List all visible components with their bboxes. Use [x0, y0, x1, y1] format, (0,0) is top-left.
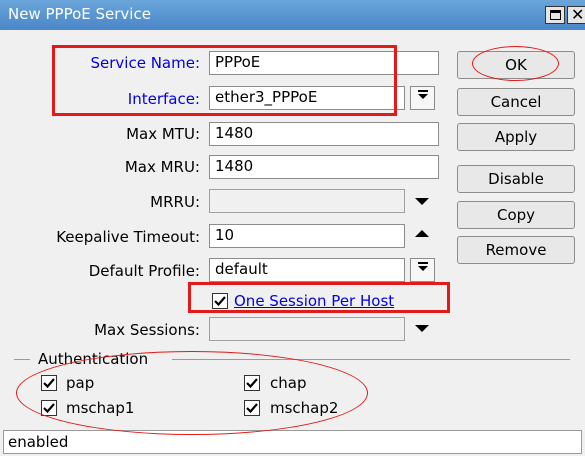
mrru-label: MRRU: — [150, 193, 200, 211]
status-bar: enabled — [3, 430, 582, 454]
dropdown-icon — [417, 262, 428, 271]
authentication-group-line-right — [172, 359, 570, 360]
checkmark-icon — [214, 296, 226, 307]
mrru-input[interactable] — [209, 189, 405, 213]
interface-select[interactable]: ether3_PPPoE — [209, 86, 405, 110]
max-mru-label: Max MRU: — [124, 158, 200, 176]
mschap1-checkbox[interactable] — [41, 400, 57, 416]
close-icon: ✕ — [571, 5, 585, 24]
keepalive-collapse-icon[interactable] — [415, 230, 429, 237]
checkmark-icon — [43, 403, 55, 414]
pap-checkbox[interactable] — [41, 375, 57, 391]
chap-label: chap — [270, 374, 307, 392]
interface-dropdown-button[interactable] — [410, 86, 435, 110]
checkmark-icon — [43, 378, 55, 389]
max-mtu-label: Max MTU: — [126, 125, 200, 143]
default-profile-label: Default Profile: — [88, 262, 200, 280]
close-button[interactable]: ✕ — [567, 5, 585, 24]
cancel-button[interactable]: Cancel — [457, 88, 575, 116]
checkmark-icon — [246, 403, 258, 414]
maximize-button[interactable] — [545, 6, 565, 24]
mschap1-label: mschap1 — [66, 399, 135, 417]
authentication-group-line-left — [14, 359, 30, 360]
mrru-expand-icon[interactable] — [415, 198, 429, 205]
title-bar[interactable]: New PPPoE Service ✕ — [0, 0, 585, 30]
new-pppoe-service-window: New PPPoE Service ✕ Service Name: PPPoE … — [0, 0, 585, 456]
ok-button[interactable]: OK — [457, 51, 575, 79]
one-session-per-host-label[interactable]: One Session Per Host — [234, 292, 394, 310]
max-sessions-expand-icon[interactable] — [415, 325, 429, 332]
one-session-per-host-checkbox[interactable] — [212, 293, 228, 309]
remove-button[interactable]: Remove — [457, 236, 575, 264]
mschap2-checkbox[interactable] — [244, 400, 260, 416]
service-name-input[interactable]: PPPoE — [209, 51, 439, 75]
default-profile-dropdown-button[interactable] — [410, 258, 435, 282]
checkmark-icon — [246, 378, 258, 389]
authentication-group-title: Authentication — [38, 350, 149, 368]
maximize-icon — [550, 10, 561, 20]
disable-button[interactable]: Disable — [457, 165, 575, 193]
pap-label: pap — [66, 374, 95, 392]
window-title: New PPPoE Service — [8, 5, 151, 23]
keepalive-timeout-input[interactable]: 10 — [209, 224, 405, 248]
apply-button[interactable]: Apply — [457, 123, 575, 151]
service-name-label: Service Name: — [90, 54, 200, 72]
mschap2-label: mschap2 — [270, 399, 339, 417]
max-mru-input[interactable]: 1480 — [209, 155, 439, 179]
dropdown-icon — [417, 90, 428, 99]
default-profile-select[interactable]: default — [209, 258, 405, 282]
chap-checkbox[interactable] — [244, 375, 260, 391]
max-sessions-label: Max Sessions: — [94, 321, 200, 339]
max-sessions-input[interactable] — [209, 317, 405, 341]
interface-label: Interface: — [127, 90, 200, 108]
copy-button[interactable]: Copy — [457, 201, 575, 229]
keepalive-timeout-label: Keepalive Timeout: — [56, 228, 200, 246]
max-mtu-input[interactable]: 1480 — [209, 122, 439, 146]
